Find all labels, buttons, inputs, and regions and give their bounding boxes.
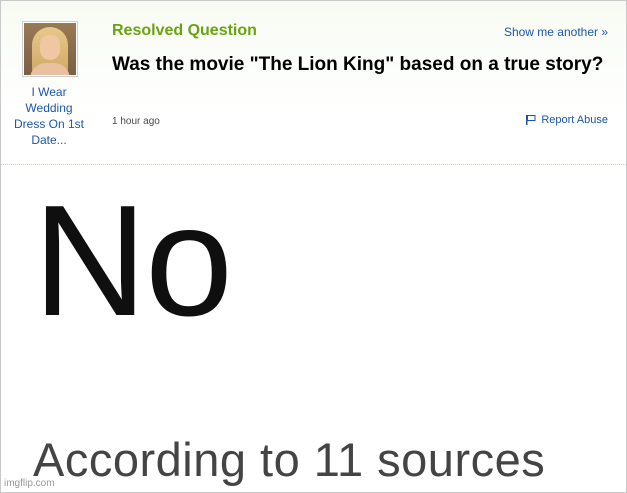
report-abuse-link[interactable]: Report Abuse (525, 114, 608, 126)
question-title: Was the movie "The Lion King" based on a… (112, 54, 604, 75)
flag-icon (525, 114, 537, 126)
user-name-link[interactable]: I Wear Wedding Dress On 1st Date... (13, 84, 85, 148)
user-avatar[interactable] (22, 21, 78, 77)
question-timestamp: 1 hour ago (112, 116, 160, 127)
answer-sources: According to 11 sources (33, 433, 546, 486)
watermark: imgflip.com (4, 478, 55, 489)
answer-main: No (33, 173, 233, 349)
question-card: I Wear Wedding Dress On 1st Date... Reso… (1, 1, 626, 165)
question-status: Resolved Question (112, 22, 257, 39)
report-abuse-label: Report Abuse (541, 114, 608, 126)
avatar-image (24, 23, 76, 75)
show-another-link[interactable]: Show me another » (504, 25, 608, 39)
